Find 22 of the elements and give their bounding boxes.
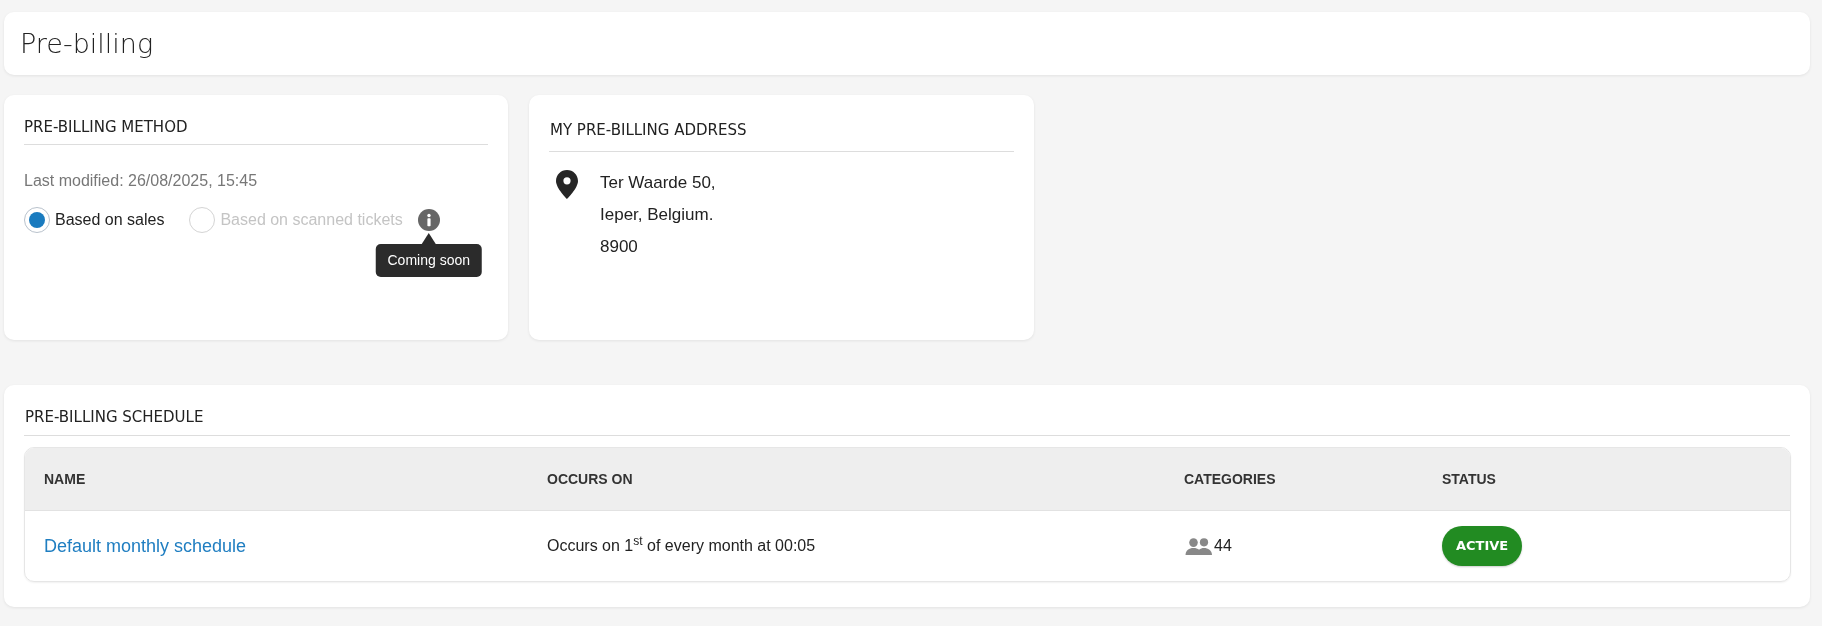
status-badge: ACTIVE bbox=[1442, 526, 1523, 566]
address-line: Ieper, Belgium. bbox=[600, 204, 714, 226]
card-heading: MY PRE-BILLING ADDRESS bbox=[550, 120, 747, 141]
address-line: 8900 bbox=[600, 236, 638, 258]
radio-button[interactable] bbox=[24, 207, 50, 233]
tooltip: Coming soon bbox=[375, 233, 482, 277]
card-heading: PRE-BILLING METHOD bbox=[24, 117, 188, 138]
people-icon bbox=[1185, 537, 1213, 555]
categories-count: 44 bbox=[1214, 536, 1232, 556]
column-header: OCCURS ON bbox=[547, 471, 633, 487]
column-header: CATEGORIES bbox=[1184, 471, 1276, 487]
schedule-name-link[interactable]: Default monthly schedule bbox=[44, 535, 247, 556]
column-header: STATUS bbox=[1442, 471, 1496, 487]
card-heading: PRE-BILLING SCHEDULE bbox=[25, 407, 204, 428]
info-icon[interactable] bbox=[417, 209, 440, 231]
occurs-on-text: Occurs on 1$^{st}$ of every month at 00:05 bbox=[547, 537, 816, 554]
page-title: Pre-billing bbox=[20, 26, 154, 61]
address-line: Ter Waarde 50, bbox=[600, 172, 716, 194]
last-modified-text: Last modified: 26/08/2025, 15:45 bbox=[24, 171, 258, 191]
column-header: NAME bbox=[44, 471, 86, 487]
radio-label[interactable]: Based on sales bbox=[55, 208, 165, 232]
map-pin-icon bbox=[556, 170, 578, 199]
